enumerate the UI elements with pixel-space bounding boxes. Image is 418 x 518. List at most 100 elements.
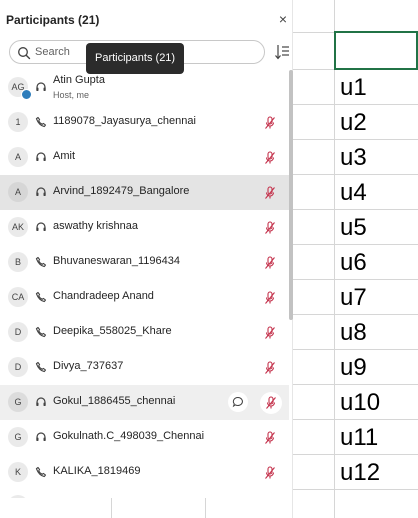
participant-name: Atin Gupta	[53, 74, 105, 86]
participant-name: Gokulnath.C_498039_Chennai	[53, 430, 205, 442]
sheet-cell[interactable]: u3	[340, 146, 367, 170]
participant-row[interactable]: A Arvind_1892479_Bangalore	[0, 175, 289, 210]
chat-button[interactable]	[228, 392, 248, 412]
globe-icon	[21, 89, 32, 100]
close-icon: ×	[278, 11, 288, 27]
row-divider	[293, 104, 418, 105]
mic-muted-icon[interactable]	[264, 256, 276, 270]
avatar: CA	[8, 287, 28, 307]
mic-muted-icon[interactable]	[264, 291, 276, 305]
participant-row[interactable]: AG Atin Gupta Host, me	[0, 70, 289, 105]
participant-name: Gokul_1886455_chennai	[53, 395, 176, 407]
avatar: D	[8, 322, 28, 342]
mic-muted-icon[interactable]	[264, 151, 276, 165]
participant-row[interactable]: G Gokul_1886455_chennai	[0, 385, 289, 420]
spreadsheet-grid: u1 u2 u3 u4 u5 u6 u7 u8 u9 u10 u11 u12	[293, 0, 418, 518]
headset-icon	[36, 397, 46, 406]
avatar-initials: B	[14, 257, 21, 267]
sheet-cell[interactable]: u6	[340, 251, 367, 275]
participants-panel: Participants (21) × Search AG Atin Gupta…	[0, 0, 293, 518]
participant-row[interactable]: B Bhuvaneswaran_1196434	[0, 245, 289, 280]
row-divider	[293, 384, 418, 385]
avatar: G	[8, 427, 28, 447]
headset-icon	[36, 152, 46, 161]
participant-name: 1189078_Jayasurya_chennai	[53, 115, 196, 127]
row-divider	[293, 209, 418, 210]
mic-muted-icon[interactable]	[264, 466, 276, 480]
participant-name: Deepika_558025_Khare	[53, 325, 172, 337]
participant-role: Host, me	[53, 90, 90, 100]
row-divider	[293, 419, 418, 420]
sheet-cell[interactable]: u12	[340, 461, 380, 485]
mic-muted-icon[interactable]	[264, 116, 276, 130]
grid-tick	[205, 498, 206, 518]
headset-icon	[36, 222, 46, 231]
mic-muted-icon[interactable]	[264, 221, 276, 235]
participant-name: aswathy krishnaa	[53, 220, 138, 232]
panel-footer	[0, 498, 292, 518]
row-divider	[293, 174, 418, 175]
column-divider	[334, 0, 335, 518]
avatar: K	[8, 462, 28, 482]
sheet-cell[interactable]: u8	[340, 321, 367, 345]
mute-toggle-button[interactable]	[260, 392, 282, 414]
participant-name: Bhuvaneswaran_1196434	[53, 255, 181, 267]
avatar: AG	[8, 77, 32, 100]
participant-row[interactable]: A Amit	[0, 140, 289, 175]
phone-icon	[35, 256, 47, 268]
selected-cell[interactable]	[334, 31, 418, 70]
mic-muted-icon	[266, 396, 276, 409]
sheet-cell[interactable]: u9	[340, 356, 367, 380]
phone-icon	[35, 361, 47, 373]
participant-row[interactable]: D Deepika_558025_Khare	[0, 315, 289, 350]
avatar: A	[8, 182, 28, 202]
participant-row[interactable]: AK aswathy krishnaa	[0, 210, 289, 245]
participant-row[interactable]: G Gokulnath.C_498039_Chennai	[0, 420, 289, 455]
row-divider	[293, 314, 418, 315]
avatar: AK	[8, 217, 28, 237]
participant-row[interactable]: CA Chandradeep Anand	[0, 280, 289, 315]
close-button[interactable]: ×	[274, 10, 292, 28]
avatar-initials: G	[14, 432, 22, 442]
grid-tick	[111, 498, 112, 518]
phone-icon	[35, 116, 47, 128]
participant-name: Arvind_1892479_Bangalore	[53, 185, 190, 197]
sheet-cell[interactable]: u7	[340, 286, 367, 310]
sheet-cell[interactable]: u11	[340, 426, 378, 450]
headset-icon	[36, 82, 46, 91]
mic-muted-icon[interactable]	[264, 326, 276, 340]
chat-icon	[232, 396, 243, 408]
sheet-cell[interactable]: u5	[340, 216, 367, 240]
participant-row[interactable]: 1 1189078_Jayasurya_chennai	[0, 105, 289, 140]
sort-icon[interactable]	[274, 43, 290, 61]
avatar-initials: CA	[11, 292, 25, 302]
avatar-initials: D	[14, 362, 22, 372]
avatar-initials: G	[14, 397, 22, 407]
mic-muted-icon[interactable]	[264, 361, 276, 375]
mic-muted-icon[interactable]	[264, 431, 276, 445]
avatar-initials: D	[14, 327, 22, 337]
headset-icon	[36, 432, 46, 441]
headset-icon	[36, 187, 46, 196]
sheet-cell[interactable]: u1	[340, 76, 367, 100]
scrollbar[interactable]	[289, 70, 293, 320]
participant-name: Chandradeep Anand	[53, 290, 154, 302]
participant-row[interactable]: D Divya_737637	[0, 350, 289, 385]
search-placeholder: Search	[35, 46, 70, 58]
avatar: D	[8, 357, 28, 377]
avatar-initials: 1	[15, 117, 21, 127]
row-divider	[293, 279, 418, 280]
row-divider	[293, 349, 418, 350]
mic-muted-icon[interactable]	[264, 186, 276, 200]
sheet-cell[interactable]: u4	[340, 181, 367, 205]
participant-row[interactable]: K KALIKA_1819469	[0, 455, 289, 490]
phone-icon	[35, 326, 47, 338]
participant-name: Divya_737637	[53, 360, 124, 372]
sheet-cell[interactable]: u2	[340, 111, 367, 135]
avatar-initials: A	[14, 187, 21, 197]
avatar-initials: AK	[11, 222, 24, 232]
row-divider	[293, 244, 418, 245]
phone-icon	[35, 466, 47, 478]
search-icon	[18, 47, 31, 60]
sheet-cell[interactable]: u10	[340, 391, 380, 415]
